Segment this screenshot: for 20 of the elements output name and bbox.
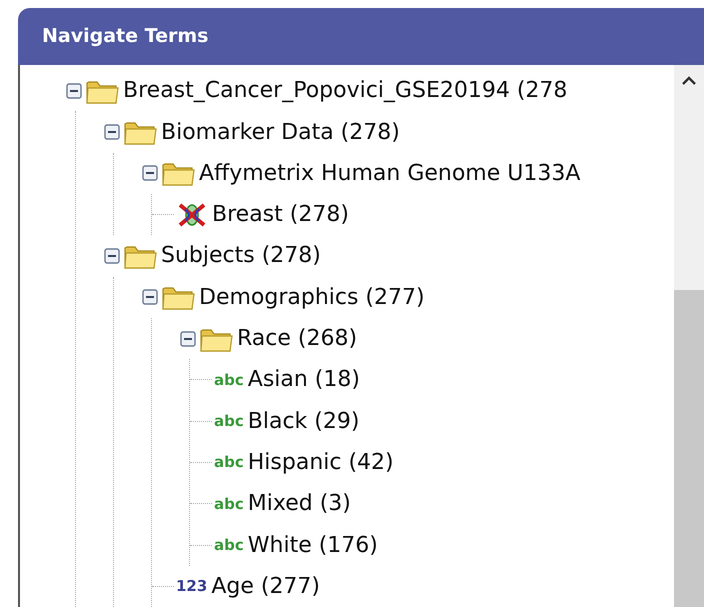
panel-title: Navigate Terms — [42, 24, 208, 50]
text-type-icon: abc — [214, 410, 244, 432]
tree-item-label[interactable]: White (176) — [248, 528, 378, 562]
tree-item-label[interactable]: Breast_Cancer_Popovici_GSE20194 (278 — [123, 74, 568, 108]
tree-item-label[interactable]: Biomarker Data (278) — [161, 116, 400, 149]
tree-item-label[interactable]: Mixed (3) — [248, 487, 351, 520]
tree-item-label[interactable]: Breast (278) — [212, 198, 349, 232]
tree-item-label[interactable]: Race (268) — [237, 322, 358, 356]
tree-item-label[interactable]: Affymetrix Human Genome U133A — [199, 156, 580, 190]
text-type-icon: abc — [214, 451, 244, 474]
tree-item-label[interactable]: Demographics (277) — [199, 280, 425, 314]
tree-item-label[interactable]: Age (277) — [211, 570, 320, 603]
number-type-icon: 123 — [176, 575, 208, 598]
tree-item-label[interactable]: Black (29) — [248, 404, 360, 438]
text-type-icon: abc — [214, 534, 244, 556]
text-type-icon: abc — [214, 368, 244, 392]
tree-item-label[interactable]: Hispanic (42) — [248, 446, 394, 479]
tree-item-label[interactable]: Asian (18) — [248, 363, 360, 396]
tree-item-label[interactable]: Subjects (278) — [161, 239, 321, 272]
text-type-icon: abc — [214, 492, 244, 515]
